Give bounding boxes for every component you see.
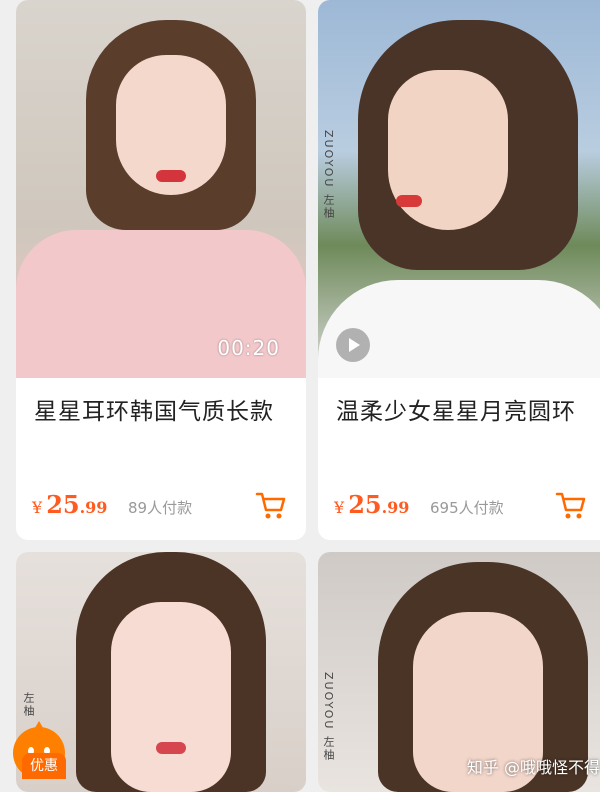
price-dec: .99 bbox=[79, 498, 108, 517]
product-photo[interactable]: 00:20 bbox=[16, 0, 306, 378]
buyer-count: 695人付款 bbox=[430, 499, 504, 517]
buyer-count: 89人付款 bbox=[128, 499, 193, 517]
product-photo[interactable] bbox=[318, 0, 600, 378]
badge-label: 优惠 bbox=[22, 753, 66, 779]
promo-badge[interactable]: 优惠 bbox=[6, 713, 72, 779]
watermark: 知乎 @哦哦怪不得 bbox=[466, 758, 600, 777]
brand-vertical: ZUOYOU 左柚 bbox=[322, 672, 335, 762]
price-int: 25 bbox=[46, 490, 80, 519]
product-title[interactable]: 温柔少女星星月亮圆环 bbox=[336, 392, 576, 426]
price-currency: ¥ bbox=[334, 498, 345, 517]
play-button[interactable] bbox=[336, 328, 370, 362]
cart-icon[interactable] bbox=[554, 488, 588, 522]
product-price: ¥25.99 bbox=[334, 490, 409, 519]
product-card[interactable]: 00:20 星星耳环韩国气质长款 ¥25.99 89人付款 bbox=[16, 0, 306, 540]
product-card[interactable]: ZUOYOU 左柚 温柔少女星星月亮圆环 ¥25.99 695人付款 bbox=[318, 0, 600, 540]
product-title[interactable]: 星星耳环韩国气质长款 bbox=[34, 392, 274, 426]
product-price: ¥25.99 bbox=[32, 490, 107, 519]
price-currency: ¥ bbox=[32, 498, 43, 517]
cart-icon[interactable] bbox=[254, 488, 288, 522]
video-duration: 00:20 bbox=[217, 336, 280, 360]
play-icon bbox=[349, 338, 360, 352]
price-dec: .99 bbox=[381, 498, 410, 517]
price-int: 25 bbox=[348, 490, 382, 519]
product-card[interactable]: ZUOYOU 左柚 知乎 @哦哦怪不得 bbox=[318, 552, 600, 792]
brand-vertical: ZUOYOU 左柚 bbox=[322, 130, 335, 220]
